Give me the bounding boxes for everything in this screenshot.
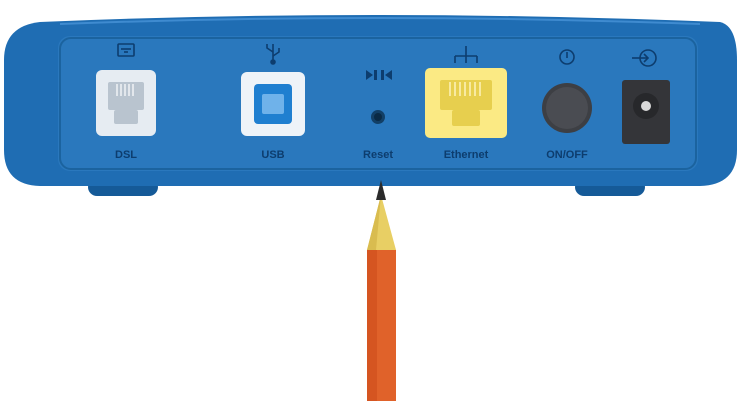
reset-label: Reset [363, 149, 393, 161]
power-label: ON/OFF [546, 149, 588, 161]
ethernet-label: Ethernet [444, 149, 489, 161]
usb-label: USB [261, 149, 284, 161]
router-reset-diagram: DSL USB Reset Ethernet ON/OFF [4, 15, 737, 401]
dsl-label: DSL [115, 149, 137, 161]
pencil [367, 180, 396, 401]
